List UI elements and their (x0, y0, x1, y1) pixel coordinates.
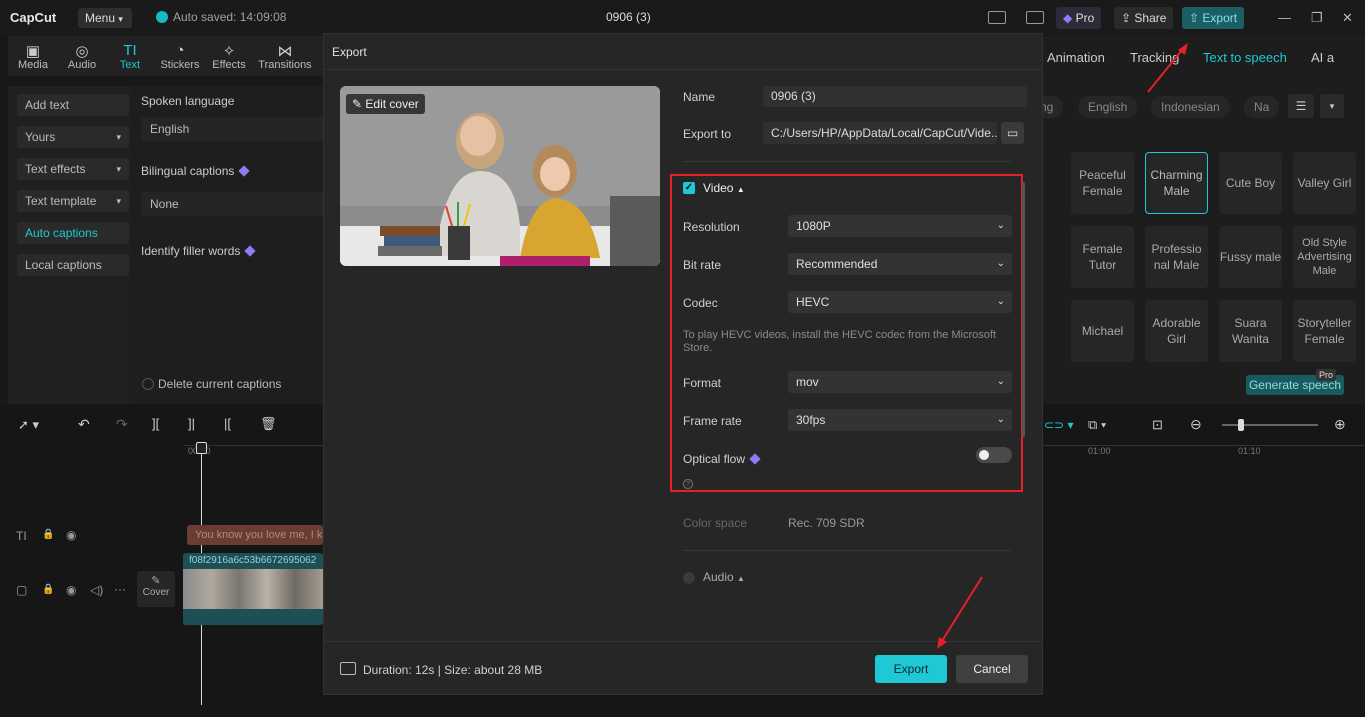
arrow-top (1148, 43, 1188, 92)
arrow-bottom (937, 577, 982, 649)
annotation-arrows (0, 0, 1365, 717)
